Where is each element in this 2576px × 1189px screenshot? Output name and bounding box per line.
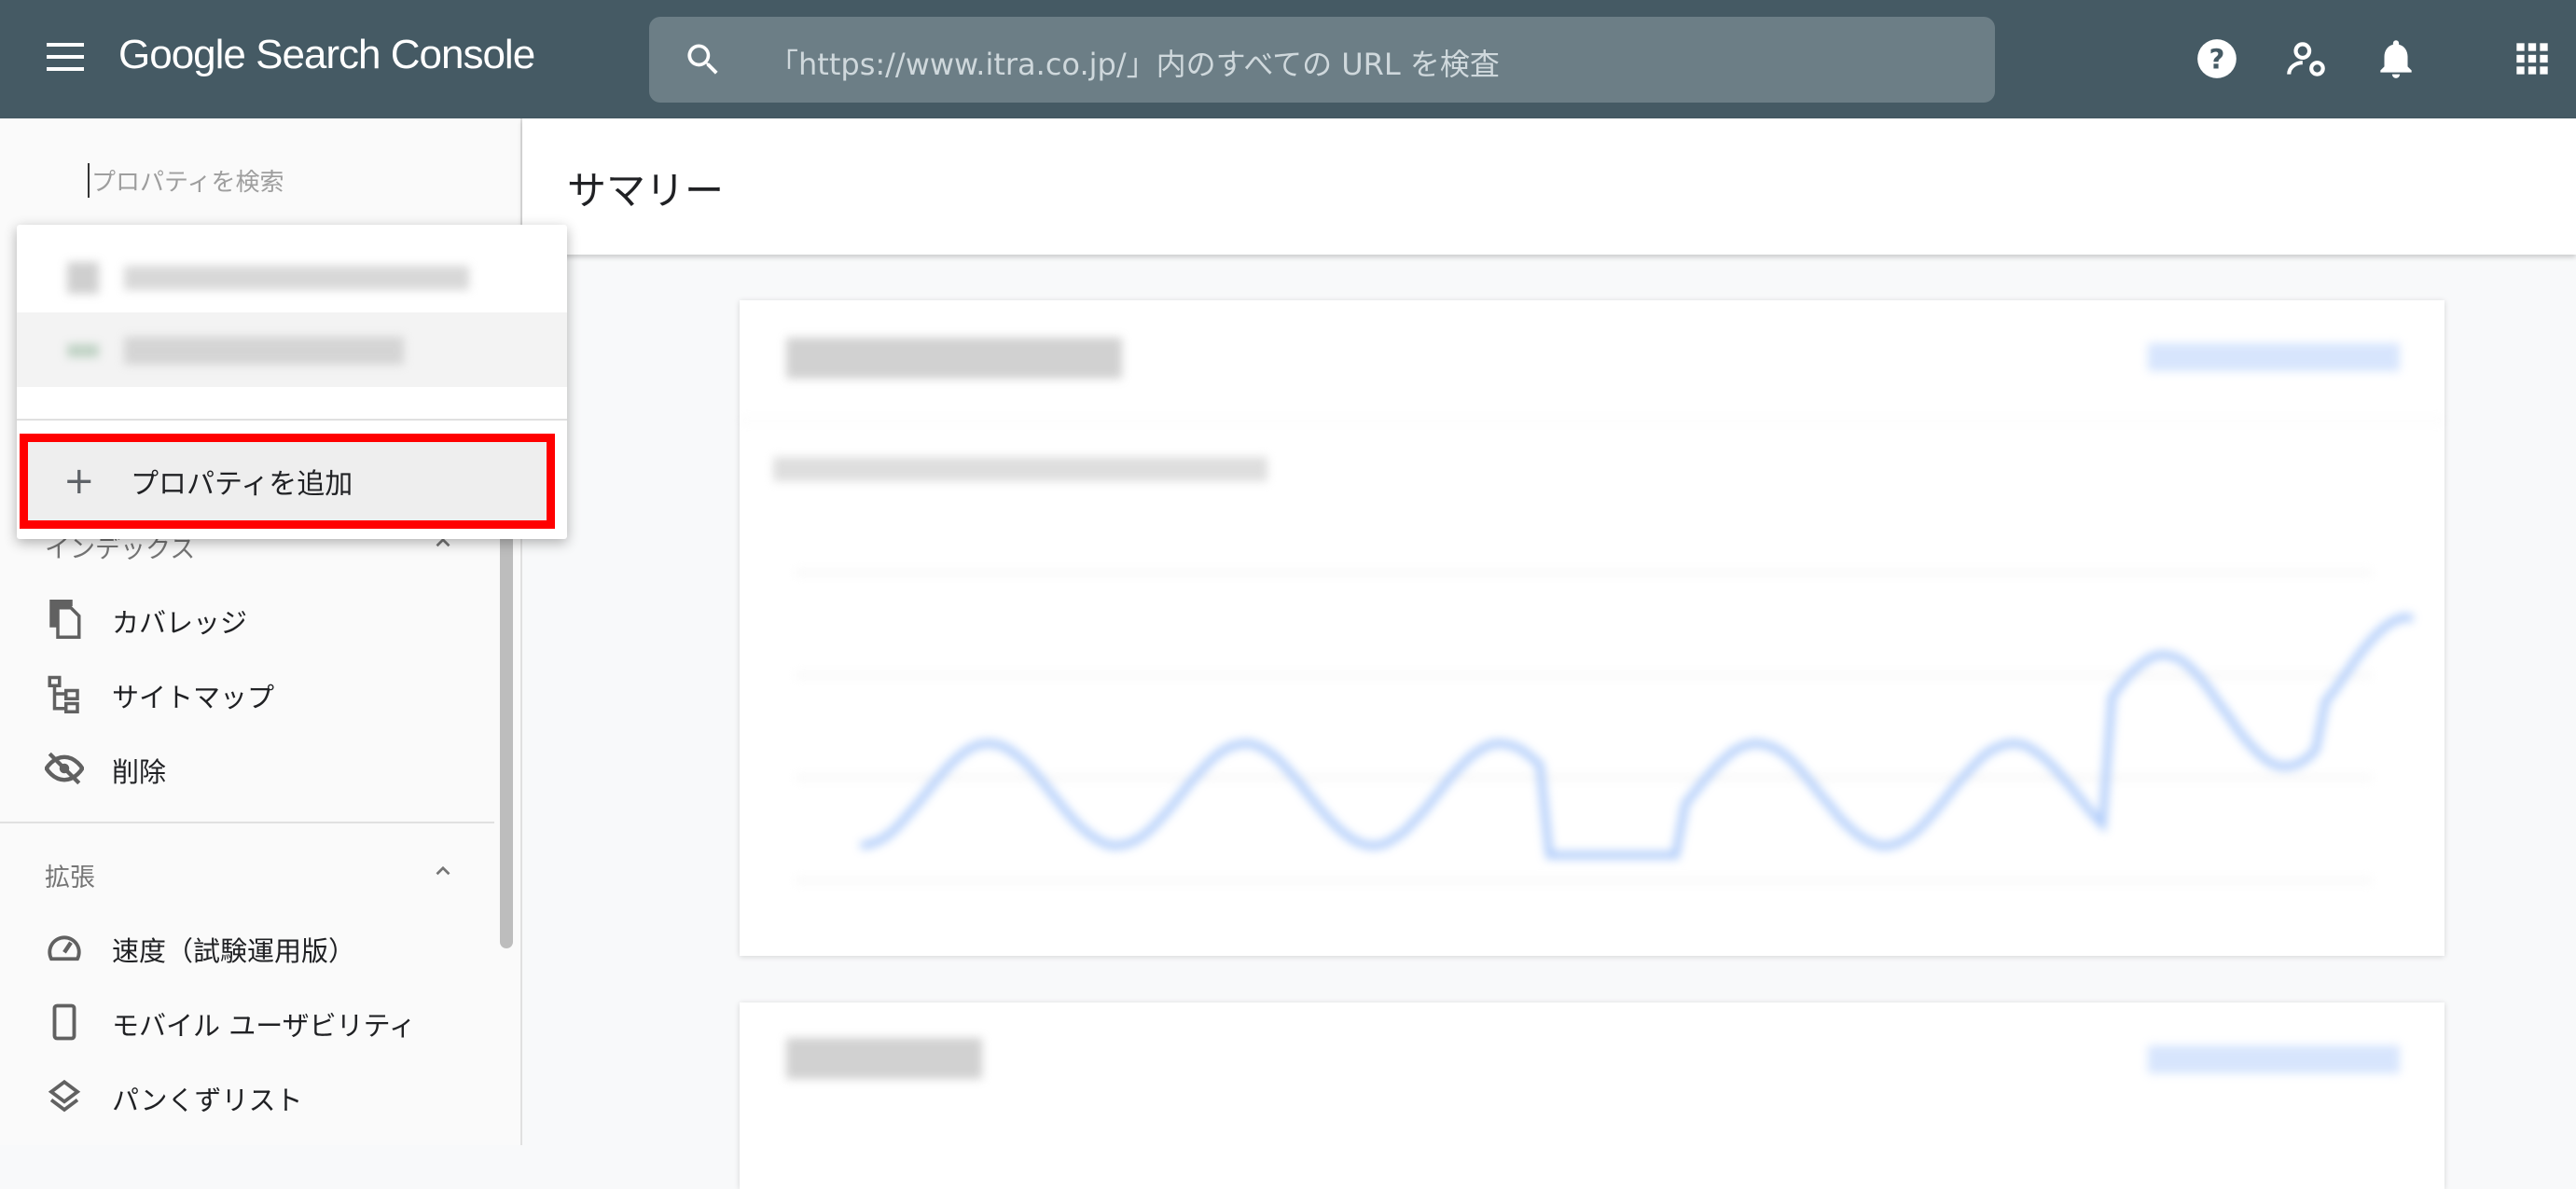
divider	[0, 822, 494, 823]
property-option[interactable]	[17, 238, 567, 312]
app-logo[interactable]: Google Search Console	[118, 32, 535, 78]
sidebar-item-label: 削除	[112, 756, 167, 788]
top-app-bar: Google Search Console 「https://www.itra.…	[0, 0, 2576, 118]
property-url-obscured	[124, 337, 404, 365]
second-card	[740, 1002, 2444, 1189]
sidebar-item-label: モバイル ユーザビリティ	[112, 1010, 416, 1042]
layers-icon	[48, 1079, 81, 1113]
page-title: サマリー	[567, 168, 725, 214]
sidebar-item-coverage[interactable]: カバレッジ	[0, 587, 494, 652]
file-copy-icon	[49, 600, 81, 639]
section-enhancements-label: 拡張	[45, 864, 95, 892]
sidebar-item-breadcrumbs[interactable]: パンくずリスト	[0, 1064, 494, 1129]
divider	[17, 419, 567, 421]
smartphone-icon	[52, 1003, 76, 1041]
speed-icon	[48, 935, 81, 961]
search-placeholder: 「https://www.itra.co.jp/」内のすべての URL を検査	[769, 47, 1500, 82]
performance-card	[740, 300, 2444, 956]
page-header: サマリー	[522, 118, 2576, 255]
plus-icon: +	[63, 460, 95, 503]
property-search-input[interactable]: プロパティを検索	[88, 163, 284, 198]
sidebar-item-sitemaps[interactable]: サイトマップ	[0, 661, 494, 726]
add-property-button[interactable]: + プロパティを追加	[20, 434, 555, 529]
notifications-icon[interactable]	[2373, 35, 2419, 82]
sidebar-item-label: 速度（試験運用版）	[112, 935, 356, 967]
sidebar-scrollbar[interactable]	[500, 510, 513, 948]
property-favicon	[67, 344, 99, 357]
url-inspection-search[interactable]: 「https://www.itra.co.jp/」内のすべての URL を検査	[649, 17, 1995, 103]
gridline	[796, 878, 2372, 882]
sidebar-item-speed[interactable]: 速度（試験運用版）	[0, 915, 494, 980]
sidebar-item-label: カバレッジ	[112, 607, 248, 639]
sidebar-item-removals[interactable]: 削除	[0, 736, 494, 801]
chart-line	[860, 613, 2414, 859]
admin-settings-icon[interactable]	[2283, 35, 2330, 82]
chevron-up-icon[interactable]	[431, 859, 455, 883]
property-dropdown: + プロパティを追加	[17, 225, 567, 539]
gridline	[796, 571, 2372, 574]
property-option[interactable]	[17, 312, 567, 387]
gridline	[796, 776, 2372, 780]
obscured-chart	[796, 571, 2414, 882]
search-icon	[687, 44, 718, 75]
svg-text:?: ?	[2209, 43, 2225, 75]
help-icon[interactable]: ?	[2194, 35, 2240, 82]
visibility-off-icon	[45, 752, 84, 785]
sidebar-item-label: パンくずリスト	[112, 1085, 303, 1116]
sitemap-icon	[48, 675, 79, 713]
menu-icon[interactable]	[47, 43, 84, 73]
sidebar-item-mobile-usability[interactable]: モバイル ユーザビリティ	[0, 989, 494, 1055]
sidebar-item-label: サイトマップ	[112, 682, 275, 713]
add-property-label: プロパティを追加	[131, 468, 353, 501]
apps-icon[interactable]	[2509, 35, 2555, 82]
